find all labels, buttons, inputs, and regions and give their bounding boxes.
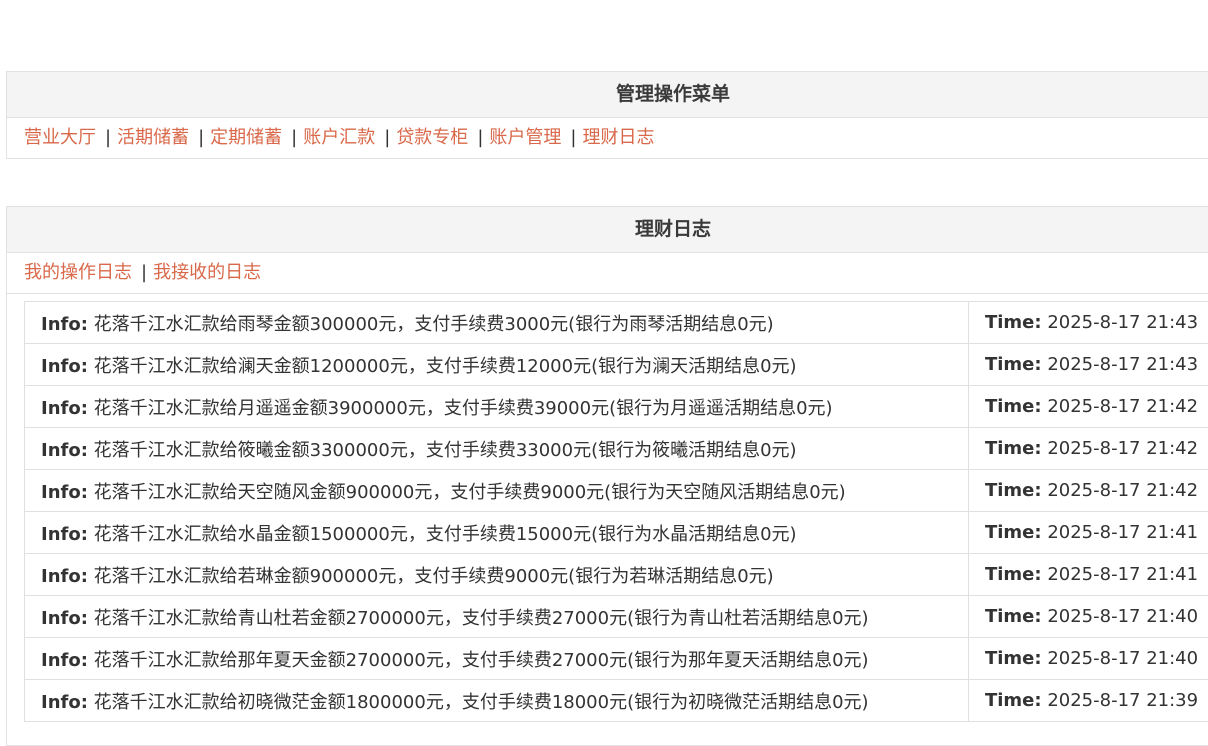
log-info-cell: Info: 花落千江水汇款给青山杜若金额2700000元，支付手续费27000元…	[25, 596, 969, 638]
tab-my-operation-log[interactable]: 我的操作日志	[24, 262, 132, 283]
info-label: Info:	[41, 524, 88, 545]
time-label: Time:	[985, 312, 1042, 333]
log-time-cell: Time: 2025-8-17 21:40	[968, 596, 1208, 638]
log-info-cell: Info: 花落千江水汇款给天空随风金额900000元，支付手续费9000元(银…	[25, 470, 969, 512]
log-panel: 理财日志 我的操作日志 | 我接收的日志 Info: 花落千江水汇款给雨琴金额300…	[6, 206, 1208, 746]
menu-title: 管理操作菜单	[7, 72, 1208, 118]
nav-separator: |	[198, 127, 204, 148]
log-time-cell: Time: 2025-8-17 21:43	[968, 302, 1208, 344]
log-time-cell: Time: 2025-8-17 21:39	[968, 680, 1208, 722]
time-label: Time:	[985, 438, 1042, 459]
log-info-text: 花落千江水汇款给澜天金额1200000元，支付手续费12000元(银行为澜天活期…	[94, 356, 797, 377]
log-time-text: 2025-8-17 21:41	[1047, 522, 1198, 543]
info-label: Info:	[41, 692, 88, 713]
log-time-cell: Time: 2025-8-17 21:42	[968, 470, 1208, 512]
time-label: Time:	[985, 564, 1042, 585]
log-info-text: 花落千江水汇款给雨琴金额300000元，支付手续费3000元(银行为雨琴活期结息…	[94, 314, 774, 335]
log-info-text: 花落千江水汇款给青山杜若金额2700000元，支付手续费27000元(银行为青山…	[94, 608, 869, 629]
log-time-text: 2025-8-17 21:40	[1047, 648, 1198, 669]
nav-separator: |	[384, 127, 390, 148]
log-time-text: 2025-8-17 21:43	[1047, 312, 1198, 333]
nav-finance-log-link[interactable]: 理财日志	[582, 127, 654, 148]
table-row: Info: 花落千江水汇款给初晓微茫金额1800000元，支付手续费18000元…	[25, 680, 1208, 722]
log-time-text: 2025-8-17 21:42	[1047, 438, 1198, 459]
log-table-body: Info: 花落千江水汇款给雨琴金额300000元，支付手续费3000元(银行为…	[25, 302, 1208, 722]
log-info-cell: Info: 花落千江水汇款给澜天金额1200000元，支付手续费12000元(银…	[25, 344, 969, 386]
nav-lobby-link[interactable]: 营业大厅	[24, 127, 96, 148]
log-time-cell: Time: 2025-8-17 21:40	[968, 638, 1208, 680]
nav-remittance-link[interactable]: 账户汇款	[303, 127, 375, 148]
log-info-text: 花落千江水汇款给那年夏天金额2700000元，支付手续费27000元(银行为那年…	[94, 650, 869, 671]
menu-panel: 管理操作菜单 营业大厅 | 活期储蓄 | 定期储蓄 | 账户汇款 | 贷款专柜 | 账户管理 | 理财日…	[6, 71, 1208, 159]
log-time-cell: Time: 2025-8-17 21:41	[968, 554, 1208, 596]
log-info-cell: Info: 花落千江水汇款给那年夏天金额2700000元，支付手续费27000元…	[25, 638, 969, 680]
info-label: Info:	[41, 608, 88, 629]
log-info-text: 花落千江水汇款给月遥遥金额3900000元，支付手续费39000元(银行为月遥遥…	[94, 398, 833, 419]
log-time-text: 2025-8-17 21:41	[1047, 564, 1198, 585]
time-label: Time:	[985, 648, 1042, 669]
info-label: Info:	[41, 314, 88, 335]
info-label: Info:	[41, 356, 88, 377]
log-info-text: 花落千江水汇款给水晶金额1500000元，支付手续费15000元(银行为水晶活期…	[94, 524, 797, 545]
log-table: Info: 花落千江水汇款给雨琴金额300000元，支付手续费3000元(银行为…	[24, 301, 1208, 722]
info-label: Info:	[41, 482, 88, 503]
time-label: Time:	[985, 606, 1042, 627]
table-row: Info: 花落千江水汇款给天空随风金额900000元，支付手续费9000元(银…	[25, 470, 1208, 512]
table-row: Info: 花落千江水汇款给那年夏天金额2700000元，支付手续费27000元…	[25, 638, 1208, 680]
nav-fixed-deposit-link[interactable]: 定期储蓄	[210, 127, 282, 148]
log-info-cell: Info: 花落千江水汇款给月遥遥金额3900000元，支付手续费39000元(…	[25, 386, 969, 428]
menu-nav: 营业大厅 | 活期储蓄 | 定期储蓄 | 账户汇款 | 贷款专柜 | 账户管理 | 理财日志	[7, 118, 1208, 159]
nav-loan-link[interactable]: 贷款专柜	[396, 127, 468, 148]
log-info-cell: Info: 花落千江水汇款给筱曦金额3300000元，支付手续费33000元(银…	[25, 428, 969, 470]
info-label: Info:	[41, 650, 88, 671]
log-info-cell: Info: 花落千江水汇款给初晓微茫金额1800000元，支付手续费18000元…	[25, 680, 969, 722]
log-time-cell: Time: 2025-8-17 21:43	[968, 344, 1208, 386]
table-row: Info: 花落千江水汇款给雨琴金额300000元，支付手续费3000元(银行为…	[25, 302, 1208, 344]
nav-separator: |	[291, 127, 297, 148]
info-label: Info:	[41, 566, 88, 587]
time-label: Time:	[985, 480, 1042, 501]
time-label: Time:	[985, 522, 1042, 543]
log-time-text: 2025-8-17 21:40	[1047, 606, 1198, 627]
time-label: Time:	[985, 396, 1042, 417]
nav-separator: |	[105, 127, 111, 148]
info-label: Info:	[41, 398, 88, 419]
time-label: Time:	[985, 354, 1042, 375]
log-info-cell: Info: 花落千江水汇款给水晶金额1500000元，支付手续费15000元(银…	[25, 512, 969, 554]
info-label: Info:	[41, 440, 88, 461]
table-row: Info: 花落千江水汇款给月遥遥金额3900000元，支付手续费39000元(…	[25, 386, 1208, 428]
log-time-cell: Time: 2025-8-17 21:41	[968, 512, 1208, 554]
tab-received-log[interactable]: 我接收的日志	[153, 262, 261, 283]
log-time-cell: Time: 2025-8-17 21:42	[968, 386, 1208, 428]
nav-separator: |	[570, 127, 576, 148]
log-info-text: 花落千江水汇款给筱曦金额3300000元，支付手续费33000元(银行为筱曦活期…	[94, 440, 797, 461]
log-info-text: 花落千江水汇款给若琳金额900000元，支付手续费9000元(银行为若琳活期结息…	[94, 566, 774, 587]
table-row: Info: 花落千江水汇款给澜天金额1200000元，支付手续费12000元(银…	[25, 344, 1208, 386]
log-title: 理财日志	[7, 207, 1208, 253]
log-info-cell: Info: 花落千江水汇款给若琳金额900000元，支付手续费9000元(银行为…	[25, 554, 969, 596]
nav-account-link[interactable]: 账户管理	[489, 127, 561, 148]
log-info-text: 花落千江水汇款给天空随风金额900000元，支付手续费9000元(银行为天空随风…	[94, 482, 846, 503]
log-info-cell: Info: 花落千江水汇款给雨琴金额300000元，支付手续费3000元(银行为…	[25, 302, 969, 344]
log-info-text: 花落千江水汇款给初晓微茫金额1800000元，支付手续费18000元(银行为初晓…	[94, 692, 869, 713]
table-row: Info: 花落千江水汇款给水晶金额1500000元，支付手续费15000元(银…	[25, 512, 1208, 554]
table-row: Info: 花落千江水汇款给青山杜若金额2700000元，支付手续费27000元…	[25, 596, 1208, 638]
table-row: Info: 花落千江水汇款给筱曦金额3300000元，支付手续费33000元(银…	[25, 428, 1208, 470]
log-time-text: 2025-8-17 21:39	[1047, 690, 1198, 711]
table-row: Info: 花落千江水汇款给若琳金额900000元，支付手续费9000元(银行为…	[25, 554, 1208, 596]
nav-separator: |	[477, 127, 483, 148]
nav-separator: |	[141, 262, 147, 283]
log-time-cell: Time: 2025-8-17 21:42	[968, 428, 1208, 470]
nav-demand-deposit-link[interactable]: 活期储蓄	[117, 127, 189, 148]
log-time-text: 2025-8-17 21:43	[1047, 354, 1198, 375]
time-label: Time:	[985, 690, 1042, 711]
log-time-text: 2025-8-17 21:42	[1047, 480, 1198, 501]
log-tabs: 我的操作日志 | 我接收的日志	[7, 253, 1208, 294]
log-time-text: 2025-8-17 21:42	[1047, 396, 1198, 417]
